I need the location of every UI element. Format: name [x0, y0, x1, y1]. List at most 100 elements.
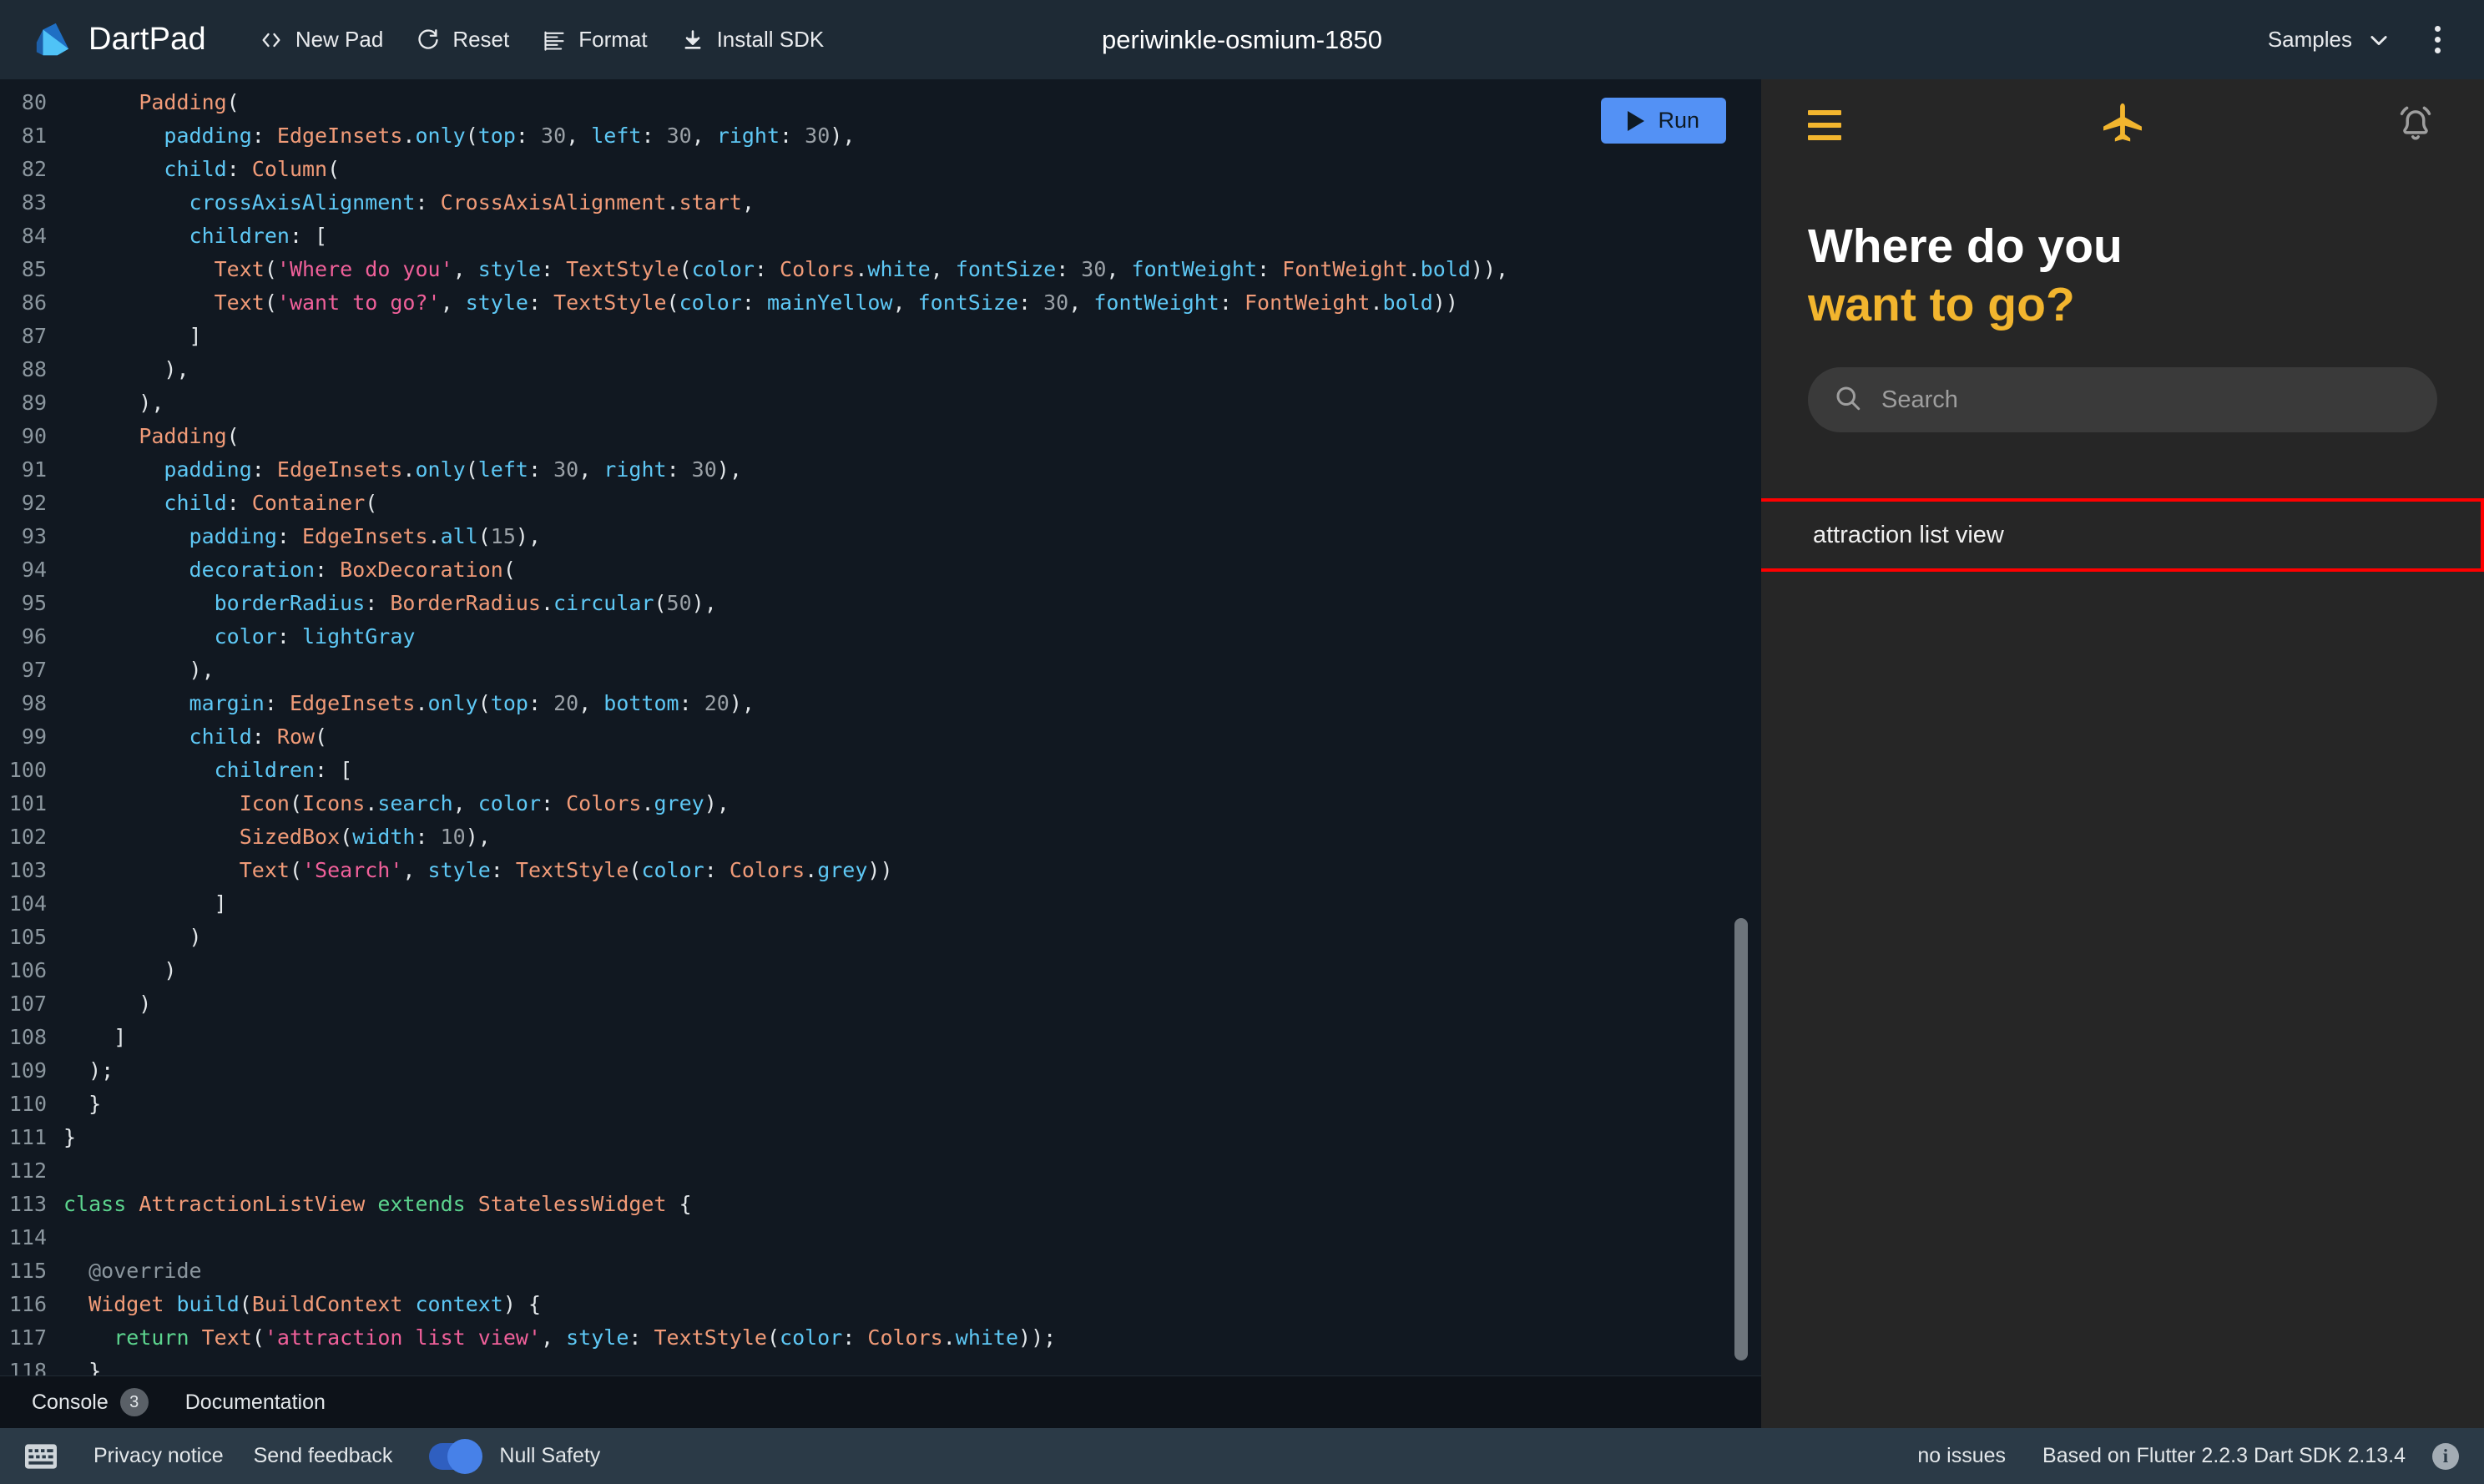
- code-token: 30: [805, 124, 831, 148]
- tab-console[interactable]: Console 3: [13, 1376, 167, 1428]
- code-token: 'Search': [302, 858, 403, 882]
- code-text: }: [52, 1121, 76, 1154]
- code-token: width: [352, 825, 416, 849]
- code-token: style: [465, 290, 528, 315]
- format-label: Format: [578, 27, 648, 52]
- line-number: 100: [8, 758, 47, 782]
- code-token: white: [955, 1325, 1019, 1350]
- code-line: 105 ): [0, 921, 1761, 954]
- code-token: :: [528, 290, 554, 315]
- preview-headline: Where do you want to go?: [1761, 171, 2484, 334]
- line-number: 109: [8, 1058, 47, 1083]
- headline-line-2: want to go?: [1808, 277, 2075, 331]
- footer-left: Privacy notice Send feedback Null Safety: [25, 1438, 600, 1474]
- line-number: 104: [8, 891, 47, 916]
- code-token: .: [805, 858, 818, 882]
- keyboard-icon[interactable]: [25, 1443, 78, 1470]
- notification-bell-icon[interactable]: [2394, 102, 2437, 149]
- code-token: :: [528, 457, 554, 482]
- code-token: style: [566, 1325, 629, 1350]
- code-token: Column: [251, 157, 328, 181]
- search-input[interactable]: Search: [1808, 367, 2437, 433]
- code-token: (: [264, 290, 277, 315]
- code-token: :: [415, 190, 441, 215]
- code-text: color: lightGray: [52, 620, 416, 654]
- code-token: (: [365, 491, 378, 515]
- code-token: borderRadius: [214, 591, 366, 615]
- documentation-label: Documentation: [184, 1390, 326, 1414]
- kebab-menu-icon[interactable]: [2419, 22, 2456, 58]
- code-token: BuildContext: [251, 1292, 403, 1316]
- privacy-notice-link[interactable]: Privacy notice: [78, 1444, 239, 1468]
- code-text: decoration: BoxDecoration(: [52, 553, 516, 587]
- code-token: (: [679, 257, 692, 281]
- line-number: 96: [21, 624, 47, 649]
- code-token: TextStyle: [515, 858, 629, 882]
- code-token: ): [63, 958, 177, 982]
- null-safety-toggle[interactable]: [429, 1438, 483, 1474]
- reset-button[interactable]: Reset: [400, 18, 526, 61]
- line-number: 85: [21, 257, 47, 281]
- code-token: 50: [666, 591, 692, 615]
- main-body: Run 80 Padding(81 padding: EdgeInsets.on…: [0, 79, 2484, 1428]
- code-token: EdgeInsets: [276, 457, 403, 482]
- send-feedback-link[interactable]: Send feedback: [239, 1444, 408, 1468]
- code-token: :: [679, 691, 704, 715]
- code-text: padding: EdgeInsets.only(left: 30, right…: [52, 453, 741, 487]
- hamburger-menu-icon[interactable]: [1808, 110, 1841, 140]
- code-token: top: [477, 124, 516, 148]
- code-token: children: [189, 224, 290, 248]
- code-text: padding: EdgeInsets.only(top: 30, left: …: [52, 119, 855, 153]
- code-text: crossAxisAlignment: CrossAxisAlignment.s…: [52, 186, 755, 220]
- code-token: class: [63, 1192, 127, 1216]
- code-text: }: [52, 1355, 101, 1375]
- code-token: ),: [515, 524, 541, 548]
- line-number: 110: [8, 1092, 47, 1116]
- code-token: child: [164, 491, 227, 515]
- code-token: : [: [315, 758, 353, 782]
- samples-dropdown[interactable]: Samples: [2254, 18, 2404, 61]
- code-editor[interactable]: Run 80 Padding(81 padding: EdgeInsets.on…: [0, 79, 1761, 1375]
- code-token: (: [239, 1292, 252, 1316]
- line-number: 82: [21, 157, 47, 181]
- code-line: 117 return Text('attraction list view', …: [0, 1321, 1761, 1355]
- line-number: 112: [8, 1158, 47, 1183]
- install-sdk-button[interactable]: Install SDK: [664, 18, 841, 61]
- new-pad-button[interactable]: New Pad: [243, 18, 401, 61]
- attraction-list-view-highlight[interactable]: attraction list view: [1761, 498, 2484, 572]
- status-footer: Privacy notice Send feedback Null Safety…: [0, 1428, 2484, 1484]
- code-text: ): [52, 987, 151, 1021]
- code-token: ,: [691, 124, 717, 148]
- code-token: Colors: [729, 858, 805, 882]
- code-line: 108 ]: [0, 1021, 1761, 1054]
- code-token: ,: [566, 124, 592, 148]
- kebab-dot: [2434, 26, 2441, 32]
- code-token: @override: [88, 1259, 202, 1283]
- format-button[interactable]: Format: [526, 18, 664, 61]
- code-line: 100 children: [: [0, 754, 1761, 787]
- editor-scrollbar[interactable]: [1734, 918, 1748, 1360]
- code-line: 83 crossAxisAlignment: CrossAxisAlignmen…: [0, 186, 1761, 220]
- code-token: fontWeight: [1131, 257, 1258, 281]
- code-token: Text: [214, 257, 265, 281]
- code-token: only: [415, 124, 466, 148]
- tab-documentation[interactable]: Documentation: [167, 1376, 344, 1428]
- code-text: child: Container(: [52, 487, 377, 520]
- format-align-icon: [543, 28, 566, 52]
- code-token: color: [679, 290, 742, 315]
- info-icon[interactable]: i: [2432, 1442, 2459, 1470]
- run-button[interactable]: Run: [1601, 98, 1726, 144]
- refresh-icon: [417, 28, 440, 52]
- header-actions: New Pad Reset Format Install SDK: [243, 18, 841, 61]
- code-token: style: [427, 858, 491, 882]
- code-text: children: [: [52, 220, 328, 253]
- code-token: .: [415, 691, 428, 715]
